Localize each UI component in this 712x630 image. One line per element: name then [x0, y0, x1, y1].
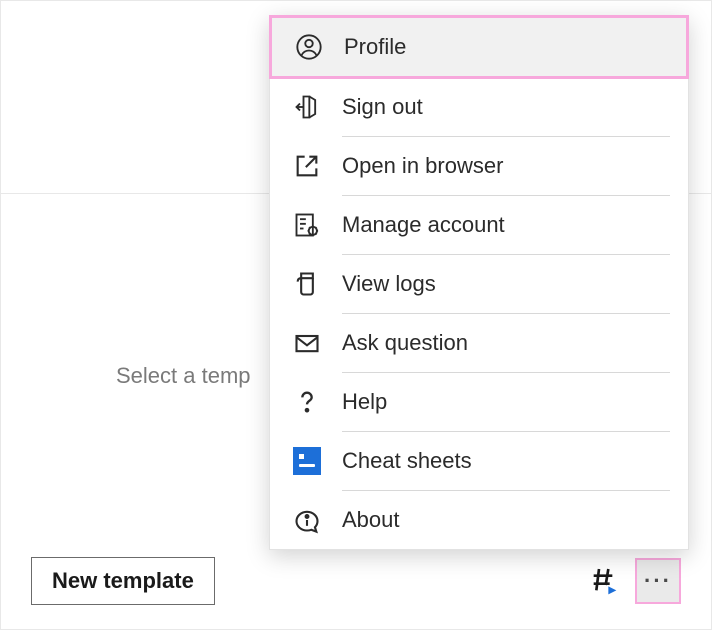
menu-item-label: About — [342, 507, 400, 533]
content-placeholder: Select a temp — [116, 363, 251, 389]
ellipsis-icon: ··· — [644, 568, 672, 594]
profile-icon — [294, 32, 324, 62]
menu-item-view-logs[interactable]: View logs — [270, 255, 688, 313]
menu-item-open-browser[interactable]: Open in browser — [270, 137, 688, 195]
new-template-button[interactable]: New template — [31, 557, 215, 605]
manage-account-icon — [292, 210, 322, 240]
menu-item-ask-question[interactable]: Ask question — [270, 314, 688, 372]
menu-item-manage-account[interactable]: Manage account — [270, 196, 688, 254]
menu-item-label: Ask question — [342, 330, 468, 356]
menu-item-label: Cheat sheets — [342, 448, 472, 474]
external-link-icon — [292, 151, 322, 181]
menu-item-profile[interactable]: Profile — [269, 15, 689, 79]
menu-item-signout[interactable]: Sign out — [270, 78, 688, 136]
logs-icon — [292, 269, 322, 299]
help-icon — [292, 387, 322, 417]
menu-item-about[interactable]: About — [270, 491, 688, 549]
menu-item-label: Sign out — [342, 94, 423, 120]
menu-item-help[interactable]: Help — [270, 373, 688, 431]
app-frame: Select a temp New template ··· — [0, 0, 712, 630]
about-icon — [292, 505, 322, 535]
menu-item-label: Manage account — [342, 212, 505, 238]
menu-item-cheat-sheets[interactable]: Cheat sheets — [270, 432, 688, 490]
menu-item-label: Profile — [344, 34, 406, 60]
menu-item-label: View logs — [342, 271, 436, 297]
envelope-icon — [292, 328, 322, 358]
menu-item-label: Open in browser — [342, 153, 503, 179]
bottom-toolbar: New template ··· — [31, 557, 681, 605]
hash-icon[interactable] — [587, 565, 619, 597]
signout-icon — [292, 92, 322, 122]
context-menu: Profile Sign out Op — [269, 15, 689, 550]
more-menu-button[interactable]: ··· — [635, 558, 681, 604]
cheat-sheets-icon — [292, 446, 322, 476]
menu-item-label: Help — [342, 389, 387, 415]
